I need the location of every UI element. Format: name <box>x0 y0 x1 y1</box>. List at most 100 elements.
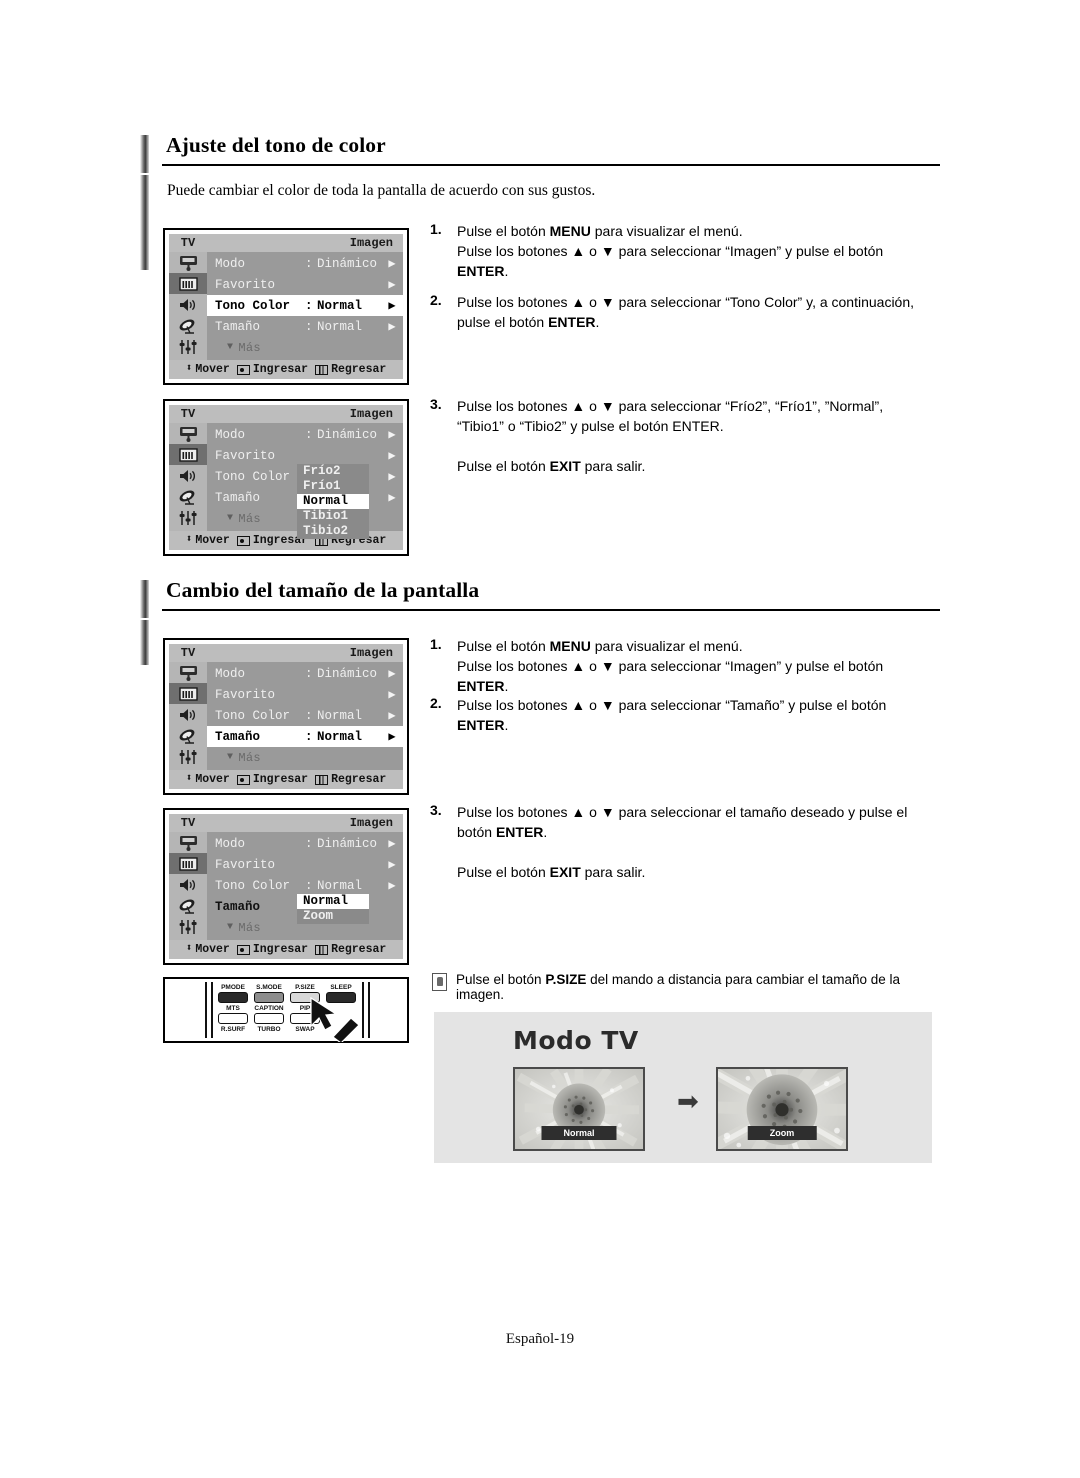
sliders-icon[interactable] <box>169 916 207 937</box>
remote-key-mts[interactable] <box>218 1013 248 1024</box>
dropdown-option[interactable]: Frío1 <box>297 479 369 494</box>
osd-row-value: Dinámico <box>317 666 378 681</box>
instructions-screen-size-step3: 3. Pulse los botones ▲ o ▼ para seleccio… <box>430 802 950 882</box>
instructions-color-tone: 1. Pulse el botón MENU para visualizar e… <box>430 221 950 281</box>
osd-footer-bar: ⬍ Mover Ingresar Regresar <box>169 360 403 379</box>
dropdown-option[interactable]: Tibio1 <box>297 509 369 524</box>
page-title-screen-size: Cambio del tamaño de la pantalla <box>166 578 480 602</box>
remote-key-label-turbo: TURBO <box>257 1026 281 1033</box>
osd-row-modo[interactable]: Modo : Dinámico ▶ <box>207 253 403 274</box>
instruction-step: 3. Pulse los botones ▲ o ▼ para seleccio… <box>430 396 950 476</box>
osd-row-favorito[interactable]: Favorito ▶ <box>207 684 403 705</box>
osd-row-modo[interactable]: Modo : Dinámico ▶ <box>207 663 403 684</box>
osd-footer-return: Regresar <box>315 773 386 786</box>
osd-row-value: Dinámico <box>317 836 378 851</box>
chevron-right-icon: ▶ <box>388 688 396 702</box>
chevron-right-icon: ▶ <box>388 320 396 334</box>
picture-bars-icon[interactable] <box>169 853 207 874</box>
remote-control-figure: PMODE S.MODE P.SIZE SLEEP MTS CAPTION PI… <box>163 977 409 1043</box>
osd-row-favorito[interactable]: Favorito ▶ <box>207 445 403 466</box>
tono-color-dropdown[interactable]: Frío2 Frío1 Normal Tibio1 Tibio2 <box>297 464 369 539</box>
tv-input-icon[interactable] <box>169 423 207 444</box>
remote-key-caption[interactable] <box>254 1013 284 1024</box>
remote-key-label-mts: MTS <box>226 1005 240 1012</box>
sliders-icon[interactable] <box>169 336 207 357</box>
up-down-arrow-icon: ⬍ <box>185 534 193 546</box>
modo-tv-figure: Modo TV Normal ➡ Zoom <box>434 1012 932 1163</box>
osd-icon-rail <box>169 423 207 531</box>
osd-more-row[interactable]: ▼ Más <box>207 337 403 358</box>
heading-rule <box>162 164 940 166</box>
remote-key-label-sleep: SLEEP <box>330 984 352 991</box>
osd-row-label: Favorito <box>215 277 276 292</box>
osd-row-favorito[interactable]: Favorito ▶ <box>207 274 403 295</box>
osd-menu-title: Imagen <box>349 646 393 660</box>
speaker-icon[interactable] <box>169 465 207 486</box>
step-text: Pulse el botón MENU para visualizar el m… <box>457 638 884 694</box>
osd-more-row[interactable]: ▼ Más <box>207 747 403 768</box>
dropdown-option[interactable]: Zoom <box>297 909 369 924</box>
sliders-icon[interactable] <box>169 507 207 528</box>
osd-menu-title: Imagen <box>349 407 393 421</box>
osd-row-tono-color[interactable]: Tono Color : Normal ▶ <box>207 875 403 896</box>
osd-footer-return: Regresar <box>315 943 386 956</box>
satellite-dish-icon[interactable] <box>169 895 207 916</box>
enter-button-icon <box>236 535 250 546</box>
osd-tv-label: TV <box>180 407 196 421</box>
remote-key-pmode[interactable] <box>218 992 248 1003</box>
osd-item-list: Modo : Dinámico ▶ Favorito ▶ Tono Color … <box>207 252 403 360</box>
osd-row-tono-color[interactable]: Tono Color : Normal ▶ <box>207 295 403 316</box>
tamano-dropdown[interactable]: Normal Zoom <box>297 894 369 924</box>
osd-row-label: Favorito <box>215 857 276 872</box>
osd-tv-label: TV <box>180 816 196 830</box>
osd-row-label: Tono Color <box>215 878 291 893</box>
note-psize: Pulse el botón P.SIZE del mando a distan… <box>432 972 942 1002</box>
osd-row-label: Modo <box>215 666 246 681</box>
osd-row-tamano[interactable]: Tamaño : Normal ▶ <box>207 726 403 747</box>
satellite-dish-icon[interactable] <box>169 315 207 336</box>
section-left-rail-1 <box>140 175 149 270</box>
section-heading-row: Cambio del tamaño de la pantalla <box>140 578 940 622</box>
sliders-icon[interactable] <box>169 746 207 767</box>
step-text: Pulse los botones ▲ o ▼ para seleccionar… <box>457 398 884 474</box>
menu-button-icon <box>315 774 329 785</box>
osd-row-favorito[interactable]: Favorito ▶ <box>207 854 403 875</box>
osd-row-colon: : <box>305 666 313 681</box>
speaker-icon[interactable] <box>169 704 207 725</box>
tv-preview-label-normal: Normal <box>541 1126 617 1140</box>
chevron-right-icon: ▶ <box>388 730 396 744</box>
picture-bars-icon[interactable] <box>169 683 207 704</box>
dropdown-option[interactable]: Tibio2 <box>297 524 369 539</box>
osd-row-tamano[interactable]: Tamaño : Normal ▶ <box>207 316 403 337</box>
osd-titlebar: TV Imagen <box>169 814 403 832</box>
osd-row-modo[interactable]: Modo : Dinámico ▶ <box>207 833 403 854</box>
dropdown-option-selected[interactable]: Normal <box>297 494 369 509</box>
osd-row-label: Tono Color <box>215 469 291 484</box>
satellite-dish-icon[interactable] <box>169 486 207 507</box>
osd-inner: TV Imagen Modo: Dinámico ▶ Favorito ▶ T… <box>169 644 403 789</box>
osd-row-modo[interactable]: Modo : Dinámico ▶ <box>207 424 403 445</box>
note-text: Pulse el botón P.SIZE del mando a distan… <box>456 972 901 1002</box>
tv-input-icon[interactable] <box>169 832 207 853</box>
dropdown-option-selected[interactable]: Normal <box>297 894 369 909</box>
picture-bars-icon[interactable] <box>169 444 207 465</box>
remote-inner: PMODE S.MODE P.SIZE SLEEP MTS CAPTION PI… <box>165 979 407 1042</box>
chevron-right-icon: ▶ <box>388 879 396 893</box>
menu-button-icon <box>315 944 329 955</box>
picture-bars-icon[interactable] <box>169 273 207 294</box>
osd-footer-bar: ⬍ Mover Ingresar Regresar <box>169 770 403 789</box>
remote-key-smode[interactable] <box>254 992 284 1003</box>
tv-input-icon[interactable] <box>169 662 207 683</box>
hand-note-icon <box>432 973 447 991</box>
dropdown-option[interactable]: Frío2 <box>297 464 369 479</box>
satellite-dish-icon[interactable] <box>169 725 207 746</box>
instructions-screen-size-step2: 2. Pulse los botones ▲ o ▼ para seleccio… <box>430 695 950 735</box>
enter-button-icon <box>236 944 250 955</box>
osd-row-tono-color[interactable]: Tono Color : Normal ▶ <box>207 705 403 726</box>
speaker-icon[interactable] <box>169 874 207 895</box>
tv-input-icon[interactable] <box>169 252 207 273</box>
osd-row-label: Tono Color <box>215 708 291 723</box>
chevron-right-icon: ▶ <box>388 299 396 313</box>
instruction-step: 3. Pulse los botones ▲ o ▼ para seleccio… <box>430 802 950 882</box>
speaker-icon[interactable] <box>169 294 207 315</box>
